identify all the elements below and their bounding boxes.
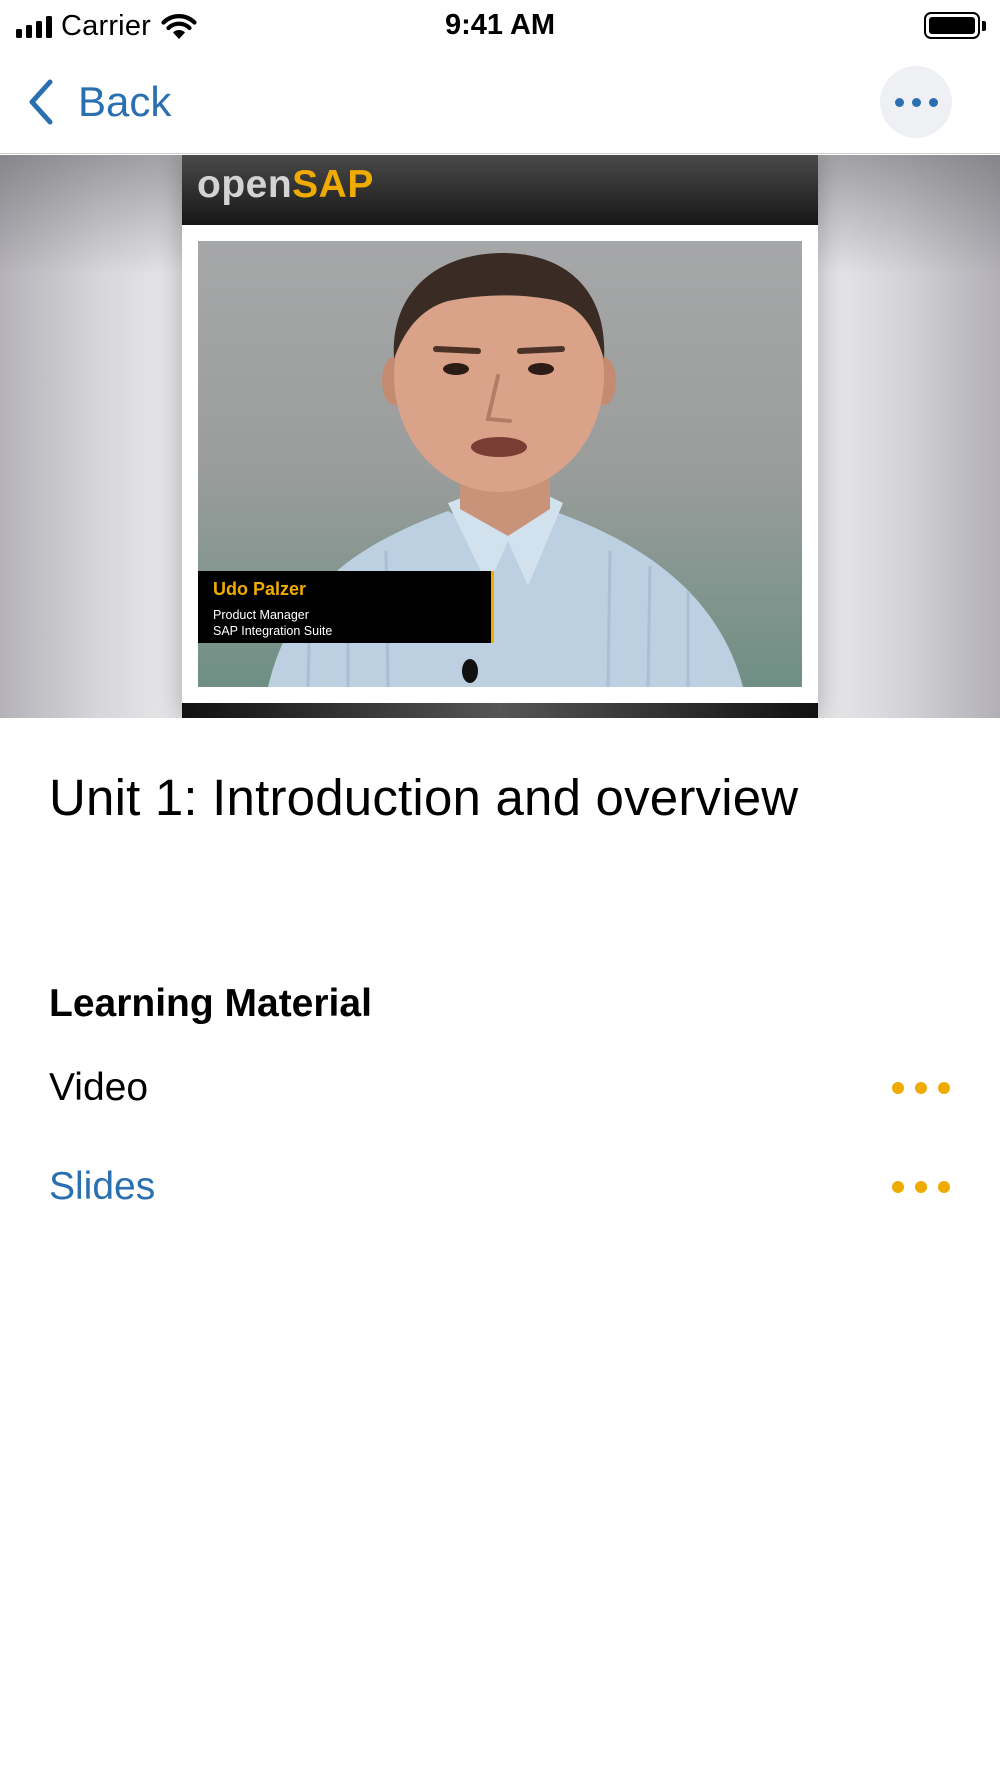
status-time: 9:41 AM: [444, 9, 556, 41]
material-item-label[interactable]: Slides: [49, 1165, 155, 1209]
status-bar: Carrier 9:41 AM: [0, 0, 1000, 50]
video-options-button[interactable]: [888, 1078, 954, 1098]
back-button[interactable]: Back: [26, 78, 171, 126]
video-player[interactable]: openSAP Udo Palzer Product Manager SAP I…: [0, 155, 1000, 718]
navigation-bar: Back: [0, 50, 1000, 154]
video-frame: openSAP Udo Palzer Product Manager SAP I…: [182, 155, 818, 718]
video-footer-bar: [182, 703, 818, 718]
material-item-label: Video: [49, 1066, 149, 1109]
unit-title: Unit 1: Introduction and overview: [49, 769, 799, 826]
more-options-button[interactable]: [880, 66, 952, 138]
learning-material-heading: Learning Material: [49, 982, 372, 1025]
speaker-video: Udo Palzer Product Manager SAP Integrati…: [198, 241, 802, 687]
back-label: Back: [78, 78, 172, 125]
speaker-lower-third: Udo Palzer Product Manager SAP Integrati…: [198, 571, 494, 643]
speaker-name: Udo Palzer: [213, 579, 307, 599]
chevron-left-icon: [29, 79, 53, 125]
material-item-slides[interactable]: Slides: [0, 1147, 1000, 1227]
speaker-organization: SAP Integration Suite: [213, 624, 333, 638]
video-header-bar: openSAP: [182, 155, 818, 225]
slides-options-button[interactable]: [888, 1177, 954, 1197]
ellipsis-icon: [892, 1082, 904, 1094]
opensap-logo: openSAP: [197, 163, 374, 206]
ellipsis-icon: [894, 97, 904, 107]
battery-icon: [924, 12, 986, 39]
speaker-role: Product Manager: [213, 608, 309, 622]
material-item-video: Video: [0, 1048, 1000, 1128]
ellipsis-icon: [892, 1181, 904, 1193]
